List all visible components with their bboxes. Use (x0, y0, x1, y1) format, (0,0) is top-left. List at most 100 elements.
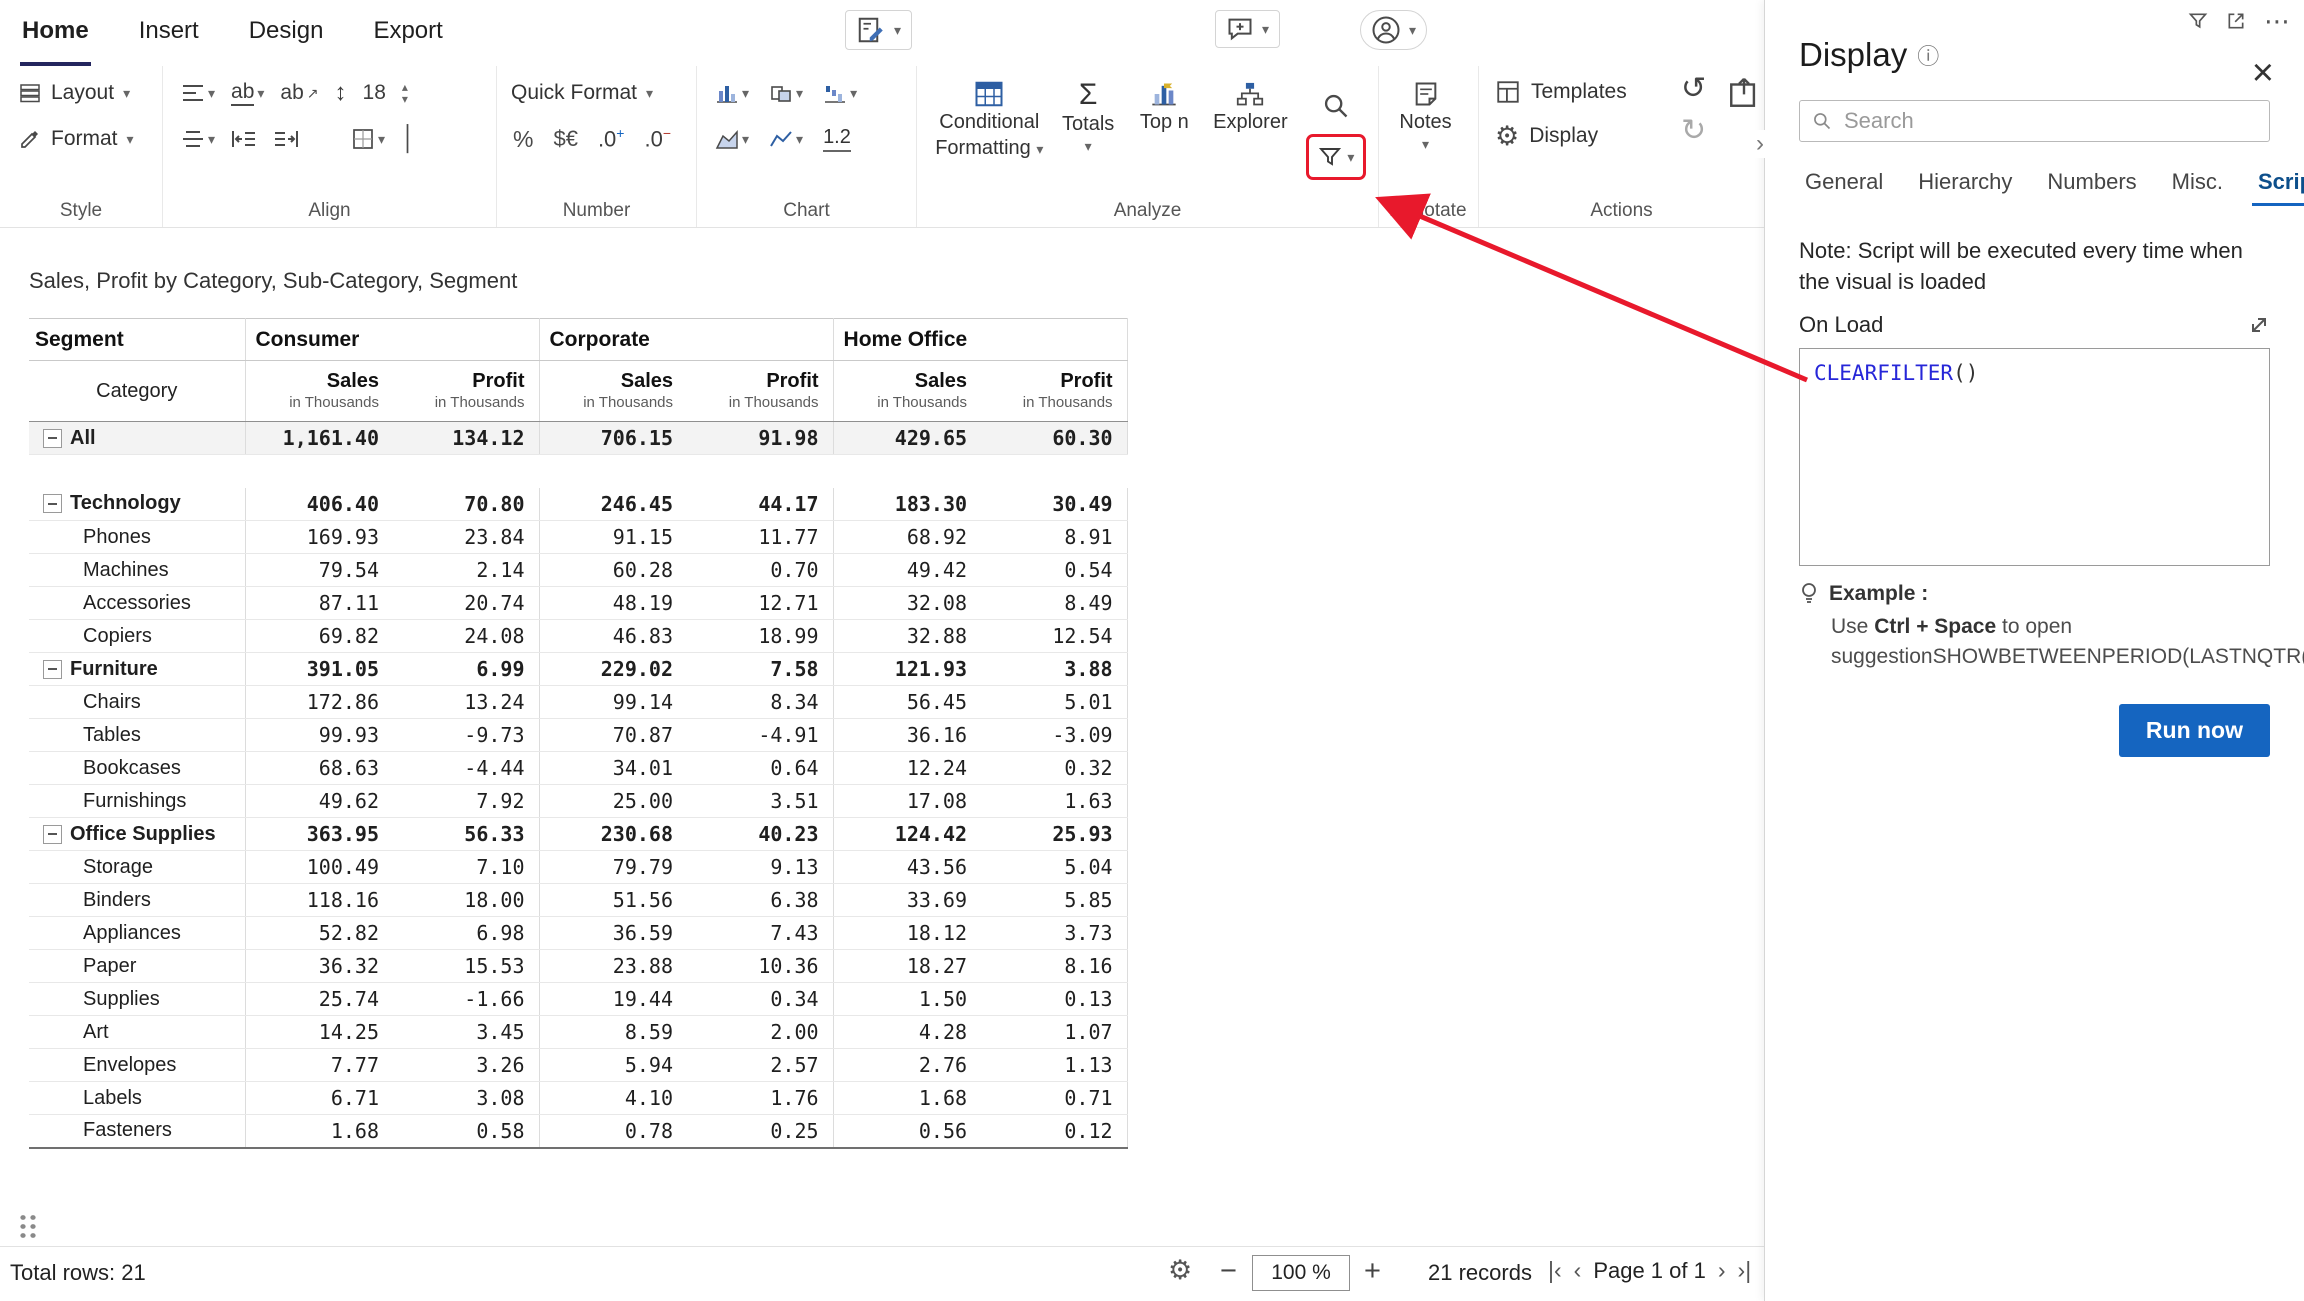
table-row[interactable]: Furnishings 49.62 7.92 25.00 3.51 17.08 … (29, 785, 1127, 818)
table-row[interactable]: Furniture 391.05 6.99 229.02 7.58 121.93… (29, 653, 1127, 686)
panel-tab[interactable]: Hierarchy (1912, 168, 2018, 206)
export-partial-icon[interactable] (1727, 76, 1761, 110)
measure-header-profit[interactable]: Profitin Thousands (981, 361, 1127, 422)
text-cursor-button[interactable]: │ (401, 125, 416, 153)
undo-icon[interactable]: ↺ (1681, 74, 1706, 104)
templates-button[interactable]: Templates (1479, 70, 1764, 114)
panel-tab[interactable]: General (1799, 168, 1889, 206)
layout-button[interactable]: Layout ▾ (0, 70, 162, 116)
format-button[interactable]: Format ▾ (0, 116, 162, 162)
quick-format-dropdown[interactable]: Quick Format ▾ (497, 70, 696, 116)
combo-chart-button[interactable]: ▾ (769, 82, 803, 104)
currency-format-button[interactable]: $€ (553, 126, 577, 152)
expand-editor-icon[interactable] (2248, 314, 2270, 336)
next-page-icon[interactable]: › (1718, 1257, 1726, 1284)
ribbon-tab[interactable]: Export (371, 0, 444, 66)
display-button[interactable]: ⚙ Display (1479, 114, 1764, 158)
panel-tab[interactable]: Scripting (2252, 168, 2304, 206)
font-size-value[interactable]: 18 (363, 81, 386, 105)
text-rotate-button[interactable]: ab ↗ (280, 81, 318, 105)
info-icon[interactable]: ⓘ (1917, 39, 1939, 71)
conditional-formatting-button[interactable]: Conditional Formatting ▾ (931, 76, 1048, 160)
measure-header-sales[interactable]: Salesin Thousands (833, 361, 981, 422)
table-row[interactable]: Supplies 25.74 -1.66 19.44 0.34 1.50 0.1… (29, 983, 1127, 1016)
table-row[interactable]: Tables 99.93 -9.73 70.87 -4.91 36.16 -3.… (29, 719, 1127, 752)
table-row[interactable]: Accessories 87.11 20.74 48.19 12.71 32.0… (29, 587, 1127, 620)
zoom-in-button[interactable]: + (1364, 1255, 1381, 1288)
redo-icon[interactable]: ↻ (1681, 116, 1706, 146)
table-row[interactable]: Technology 406.40 70.80 246.45 44.17 183… (29, 488, 1127, 521)
table-row[interactable]: Fasteners 1.68 0.58 0.78 0.25 0.56 0.12 (29, 1115, 1127, 1148)
table-row[interactable]: Envelopes 7.77 3.26 5.94 2.57 2.76 1.13 (29, 1049, 1127, 1082)
waterfall-chart-button[interactable]: ▾ (823, 82, 857, 104)
number-labels-button[interactable]: 1.2 (823, 126, 851, 152)
zoom-control[interactable] (1252, 1255, 1350, 1291)
comment-tool-button[interactable]: ▾ (1215, 10, 1280, 48)
ribbon-tab[interactable]: Insert (137, 0, 201, 66)
search-icon[interactable] (1322, 92, 1350, 120)
bar-chart-button[interactable]: ▾ (715, 82, 749, 104)
top-n-button[interactable]: Top n (1129, 76, 1200, 134)
area-chart-button[interactable]: ▾ (715, 128, 749, 150)
table-row[interactable]: Chairs 172.86 13.24 99.14 8.34 56.45 5.0… (29, 686, 1127, 719)
measure-header-sales[interactable]: Salesin Thousands (245, 361, 393, 422)
table-row[interactable]: Machines 79.54 2.14 60.28 0.70 49.42 0.5… (29, 554, 1127, 587)
vertical-align-button[interactable]: ▾ (181, 128, 215, 150)
last-page-icon[interactable]: ›| (1738, 1257, 1752, 1284)
table-row[interactable]: Art 14.25 3.45 8.59 2.00 4.28 1.07 (29, 1016, 1127, 1049)
table-row[interactable]: Paper 36.32 15.53 23.88 10.36 18.27 8.16 (29, 950, 1127, 983)
drag-handle-icon[interactable] (18, 1213, 37, 1239)
row-height-button[interactable]: ↕ (335, 79, 347, 107)
horizontal-align-button[interactable]: ▾ (181, 82, 215, 104)
explorer-button[interactable]: Explorer (1208, 76, 1293, 134)
increase-decimal-button[interactable]: .0+ (598, 125, 625, 152)
table-row[interactable]: Office Supplies 363.95 56.33 230.68 40.2… (29, 818, 1127, 851)
close-panel-button[interactable]: × (2252, 54, 2274, 92)
segment-header-consumer[interactable]: Consumer (245, 319, 539, 361)
ribbon-tab[interactable]: Design (247, 0, 326, 66)
measure-header-sales[interactable]: Salesin Thousands (539, 361, 687, 422)
zoom-input[interactable] (1259, 1260, 1343, 1286)
collapse-icon[interactable] (43, 429, 62, 448)
measure-header-profit[interactable]: Profitin Thousands (687, 361, 833, 422)
table-row[interactable]: Copiers 69.82 24.08 46.83 18.99 32.88 12… (29, 620, 1127, 653)
percent-format-button[interactable]: % (513, 126, 533, 153)
table-row-total[interactable]: All 1,161.40 134.12 706.15 91.98 429.65 … (29, 422, 1127, 455)
borders-button[interactable]: ▾ (351, 127, 385, 151)
filter-button[interactable]: ▾ (1306, 134, 1366, 180)
segment-header-home-office[interactable]: Home Office (833, 319, 1127, 361)
increase-indent-button[interactable] (273, 128, 299, 150)
prev-page-icon[interactable]: ‹ (1574, 1257, 1582, 1284)
panel-collapse-icon[interactable]: › (1752, 130, 1768, 158)
text-style-button[interactable]: ab ▾ (231, 80, 264, 106)
collapse-icon[interactable] (43, 825, 62, 844)
line-chart-button[interactable]: ▾ (769, 128, 803, 150)
zoom-out-button[interactable]: − (1220, 1255, 1237, 1288)
settings-gear-icon[interactable]: ⚙ (1168, 1257, 1192, 1284)
table-row[interactable]: Bookcases 68.63 -4.44 34.01 0.64 12.24 0… (29, 752, 1127, 785)
table-row[interactable]: Storage 100.49 7.10 79.79 9.13 43.56 5.0… (29, 851, 1127, 884)
script-editor[interactable]: CLEARFILTER() (1799, 348, 2270, 566)
table-row[interactable]: Appliances 52.82 6.98 36.59 7.43 18.12 3… (29, 917, 1127, 950)
collapse-icon[interactable] (43, 660, 62, 679)
account-button[interactable]: ▾ (1360, 10, 1427, 50)
popout-icon[interactable] (2226, 11, 2246, 31)
run-now-button[interactable]: Run now (2119, 704, 2270, 757)
totals-button[interactable]: Σ Totals ▾ (1056, 76, 1121, 153)
table-row[interactable]: Binders 118.16 18.00 51.56 6.38 33.69 5.… (29, 884, 1127, 917)
table-row[interactable]: Phones 169.93 23.84 91.15 11.77 68.92 8.… (29, 521, 1127, 554)
measure-header-profit[interactable]: Profitin Thousands (393, 361, 539, 422)
notes-button[interactable]: Notes ▾ (1380, 76, 1472, 151)
search-input[interactable] (1842, 107, 2257, 135)
decrease-decimal-button[interactable]: .0− (644, 125, 671, 152)
first-page-icon[interactable]: |‹ (1548, 1257, 1562, 1284)
segment-header-corporate[interactable]: Corporate (539, 319, 833, 361)
collapse-icon[interactable] (43, 494, 62, 513)
ribbon-tab[interactable]: Home (20, 0, 91, 66)
font-size-stepper[interactable]: ▴ ▾ (402, 81, 408, 105)
panel-tab[interactable]: Numbers (2041, 168, 2142, 206)
window-filter-icon[interactable] (2188, 11, 2208, 31)
decrease-indent-button[interactable] (231, 128, 257, 150)
panel-search[interactable] (1799, 100, 2270, 142)
edit-tool-button[interactable]: ▾ (845, 10, 912, 50)
